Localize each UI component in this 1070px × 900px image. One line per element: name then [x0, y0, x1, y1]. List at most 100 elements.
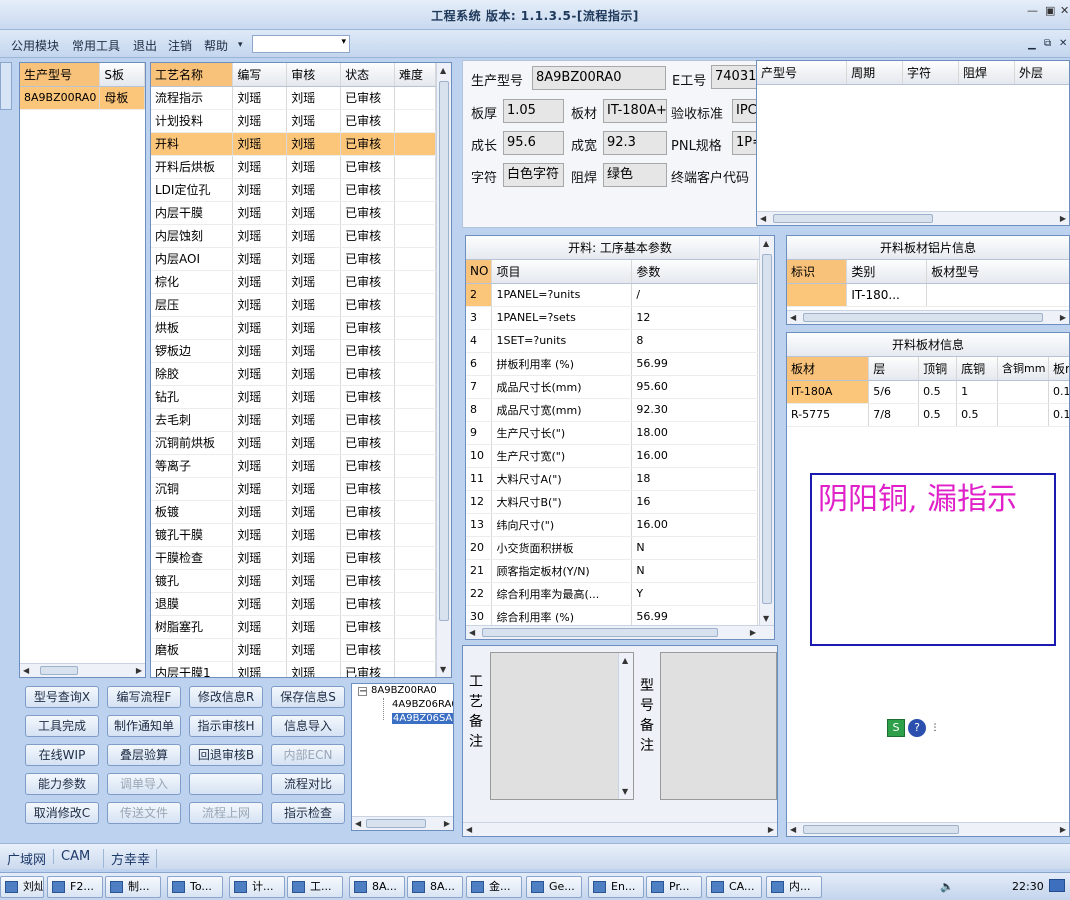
scroll-thumb[interactable]: [366, 819, 426, 828]
arrow-left-icon[interactable]: ◀: [790, 825, 796, 834]
arrow-up-icon[interactable]: ▲: [440, 66, 446, 75]
maximize-icon[interactable]: ▣: [1045, 4, 1055, 17]
table-row[interactable]: 去毛刺 刘瑶 刘瑶 已审核: [151, 408, 436, 432]
arrow-up-icon[interactable]: ▲: [622, 656, 628, 665]
foil-header-mark[interactable]: 标识: [787, 260, 848, 284]
table-row[interactable]: 9 生产尺寸长(") 18.00: [466, 421, 758, 445]
table-row[interactable]: 退膜 刘瑶 刘瑶 已审核: [151, 592, 436, 616]
table-row[interactable]: IT-180A 5/6 0.5 1 0.1: [787, 380, 1069, 404]
params-header-no[interactable]: NO: [466, 260, 493, 284]
table-row[interactable]: 层压 刘瑶 刘瑶 已审核: [151, 293, 436, 317]
table-row[interactable]: R-5775 7/8 0.5 0.5 0.1: [787, 403, 1069, 427]
tray-volume-icon[interactable]: 🔈: [940, 880, 954, 893]
table-row[interactable]: 6 拼板利用率 (%) 56.99: [466, 352, 758, 376]
arrow-left-icon[interactable]: ◀: [469, 628, 475, 637]
table-row[interactable]: 沉铜前烘板 刘瑶 刘瑶 已审核: [151, 431, 436, 455]
arrow-right-icon[interactable]: ▶: [768, 825, 774, 834]
table-row[interactable]: 棕化 刘瑶 刘瑶 已审核: [151, 270, 436, 294]
menu-combo[interactable]: ▾: [252, 35, 350, 53]
scroll-thumb[interactable]: [40, 666, 78, 675]
arrow-right-icon[interactable]: ▶: [1060, 313, 1066, 322]
field-pnl[interactable]: 1P=: [732, 131, 758, 155]
menu-help[interactable]: 帮助: [204, 37, 228, 54]
collapse-strip[interactable]: [0, 62, 12, 110]
arrow-up-icon[interactable]: ▲: [763, 239, 769, 248]
table-row[interactable]: 开料后烘板 刘瑶 刘瑶 已审核: [151, 155, 436, 179]
menu-logout[interactable]: 注销: [168, 37, 192, 54]
taskbar-item[interactable]: 刘灿: [0, 876, 44, 898]
params-hscroll[interactable]: ◀ ▶: [466, 625, 774, 639]
scroll-thumb[interactable]: [803, 313, 1043, 322]
field-width[interactable]: 92.3: [603, 131, 667, 155]
process-header-reviewer[interactable]: 审核: [286, 63, 342, 87]
action-button-1-3[interactable]: 信息导入: [271, 715, 345, 737]
action-button-2-1[interactable]: 叠层验算: [107, 744, 181, 766]
taskbar-item[interactable]: 8A...: [349, 876, 405, 898]
mdi-restore-icon[interactable]: ⧉: [1044, 38, 1051, 49]
field-length[interactable]: 95.6: [503, 131, 564, 155]
model-remark-textarea[interactable]: [660, 652, 777, 800]
table-row[interactable]: 内层干膜 刘瑶 刘瑶 已审核: [151, 201, 436, 225]
taskbar-item[interactable]: CA...: [706, 876, 762, 898]
table-row[interactable]: 2 1PANEL=?units /: [466, 283, 758, 307]
arrow-left-icon[interactable]: ◀: [355, 819, 361, 828]
arrow-left-icon[interactable]: ◀: [466, 825, 472, 834]
table-row[interactable]: 22 综合利用率为最高(... Y: [466, 582, 758, 606]
mdi-close-icon[interactable]: ✕: [1059, 38, 1067, 49]
tree-node-selected[interactable]: 4A9BZ06SA0: [392, 713, 453, 724]
taskbar-item[interactable]: F2...: [47, 876, 103, 898]
help-icon[interactable]: ?: [908, 719, 926, 737]
action-button-1-2[interactable]: 指示审核H: [189, 715, 263, 737]
table-row[interactable]: 10 生产尺寸宽(") 16.00: [466, 444, 758, 468]
arrow-right-icon[interactable]: ▶: [444, 819, 450, 828]
side-header-outer[interactable]: 外层: [1014, 61, 1069, 85]
arrow-right-icon[interactable]: ▶: [750, 628, 756, 637]
foil-header-category[interactable]: 类别: [846, 260, 928, 284]
arrow-right-icon[interactable]: ▶: [136, 666, 142, 675]
table-row[interactable]: 20 小交货面积拼板 N: [466, 536, 758, 560]
action-button-0-0[interactable]: 型号查询X: [25, 686, 99, 708]
mat-header-top[interactable]: 顶铜: [918, 357, 958, 381]
field-accept[interactable]: IPC: [732, 99, 758, 123]
action-button-4-1[interactable]: 传送文件: [107, 802, 181, 824]
table-row[interactable]: 锣板边 刘瑶 刘瑶 已审核: [151, 339, 436, 363]
table-row[interactable]: 8A9BZ00RA0 母板: [20, 86, 145, 110]
show-desktop-icon[interactable]: [1049, 879, 1065, 892]
table-row[interactable]: 13 纬向尺寸(") 16.00: [466, 513, 758, 537]
foil-header-model[interactable]: 板材型号: [926, 260, 1069, 284]
taskbar-item[interactable]: En...: [588, 876, 644, 898]
mat-header-bottom[interactable]: 底铜: [956, 357, 998, 381]
table-row[interactable]: 内层AOI 刘瑶 刘瑶 已审核: [151, 247, 436, 271]
table-row[interactable]: 内层干膜1 刘瑶 刘瑶 已审核: [151, 661, 436, 677]
table-row[interactable]: 除胶 刘瑶 刘瑶 已审核: [151, 362, 436, 386]
table-row[interactable]: 11 大料尺寸A(") 18: [466, 467, 758, 491]
action-button-4-0[interactable]: 取消修改C: [25, 802, 99, 824]
scroll-thumb[interactable]: [482, 628, 718, 637]
action-button-2-0[interactable]: 在线WIP: [25, 744, 99, 766]
table-row[interactable]: 树脂塞孔 刘瑶 刘瑶 已审核: [151, 615, 436, 639]
table-row[interactable]: 沉铜 刘瑶 刘瑶 已审核: [151, 477, 436, 501]
mat-header-layer[interactable]: 层: [868, 357, 920, 381]
field-thickness[interactable]: 1.05: [503, 99, 564, 123]
remarks-hscroll[interactable]: ◀ ▶: [463, 822, 777, 836]
menu-common-tools[interactable]: 常用工具: [72, 37, 120, 54]
process-header-difficulty[interactable]: 难度: [394, 63, 436, 87]
action-button-0-3[interactable]: 保存信息S: [271, 686, 345, 708]
remark-vscroll[interactable]: ▲ ▼: [618, 653, 633, 799]
mat-header-board[interactable]: 板材: [787, 357, 870, 381]
params-header-value[interactable]: 参数: [631, 260, 758, 284]
table-row[interactable]: 7 成品尺寸长(mm) 95.60: [466, 375, 758, 399]
model-header-code[interactable]: 生产型号: [20, 63, 101, 87]
menu-exit[interactable]: 退出: [133, 37, 157, 54]
refresh-icon[interactable]: S: [887, 719, 905, 737]
action-button-0-1[interactable]: 编写流程F: [107, 686, 181, 708]
process-header-status[interactable]: 状态: [340, 63, 396, 87]
foil-hscroll[interactable]: ◀ ▶: [787, 310, 1069, 324]
table-row[interactable]: 镀孔干膜 刘瑶 刘瑶 已审核: [151, 523, 436, 547]
table-row[interactable]: IT-180...: [787, 283, 1069, 307]
table-row[interactable]: 板镀 刘瑶 刘瑶 已审核: [151, 500, 436, 524]
arrow-left-icon[interactable]: ◀: [790, 313, 796, 322]
action-button-3-1[interactable]: 调单导入: [107, 773, 181, 795]
action-button-4-3[interactable]: 指示检查: [271, 802, 345, 824]
tree-node[interactable]: 4A9BZ06RA0: [392, 699, 453, 710]
